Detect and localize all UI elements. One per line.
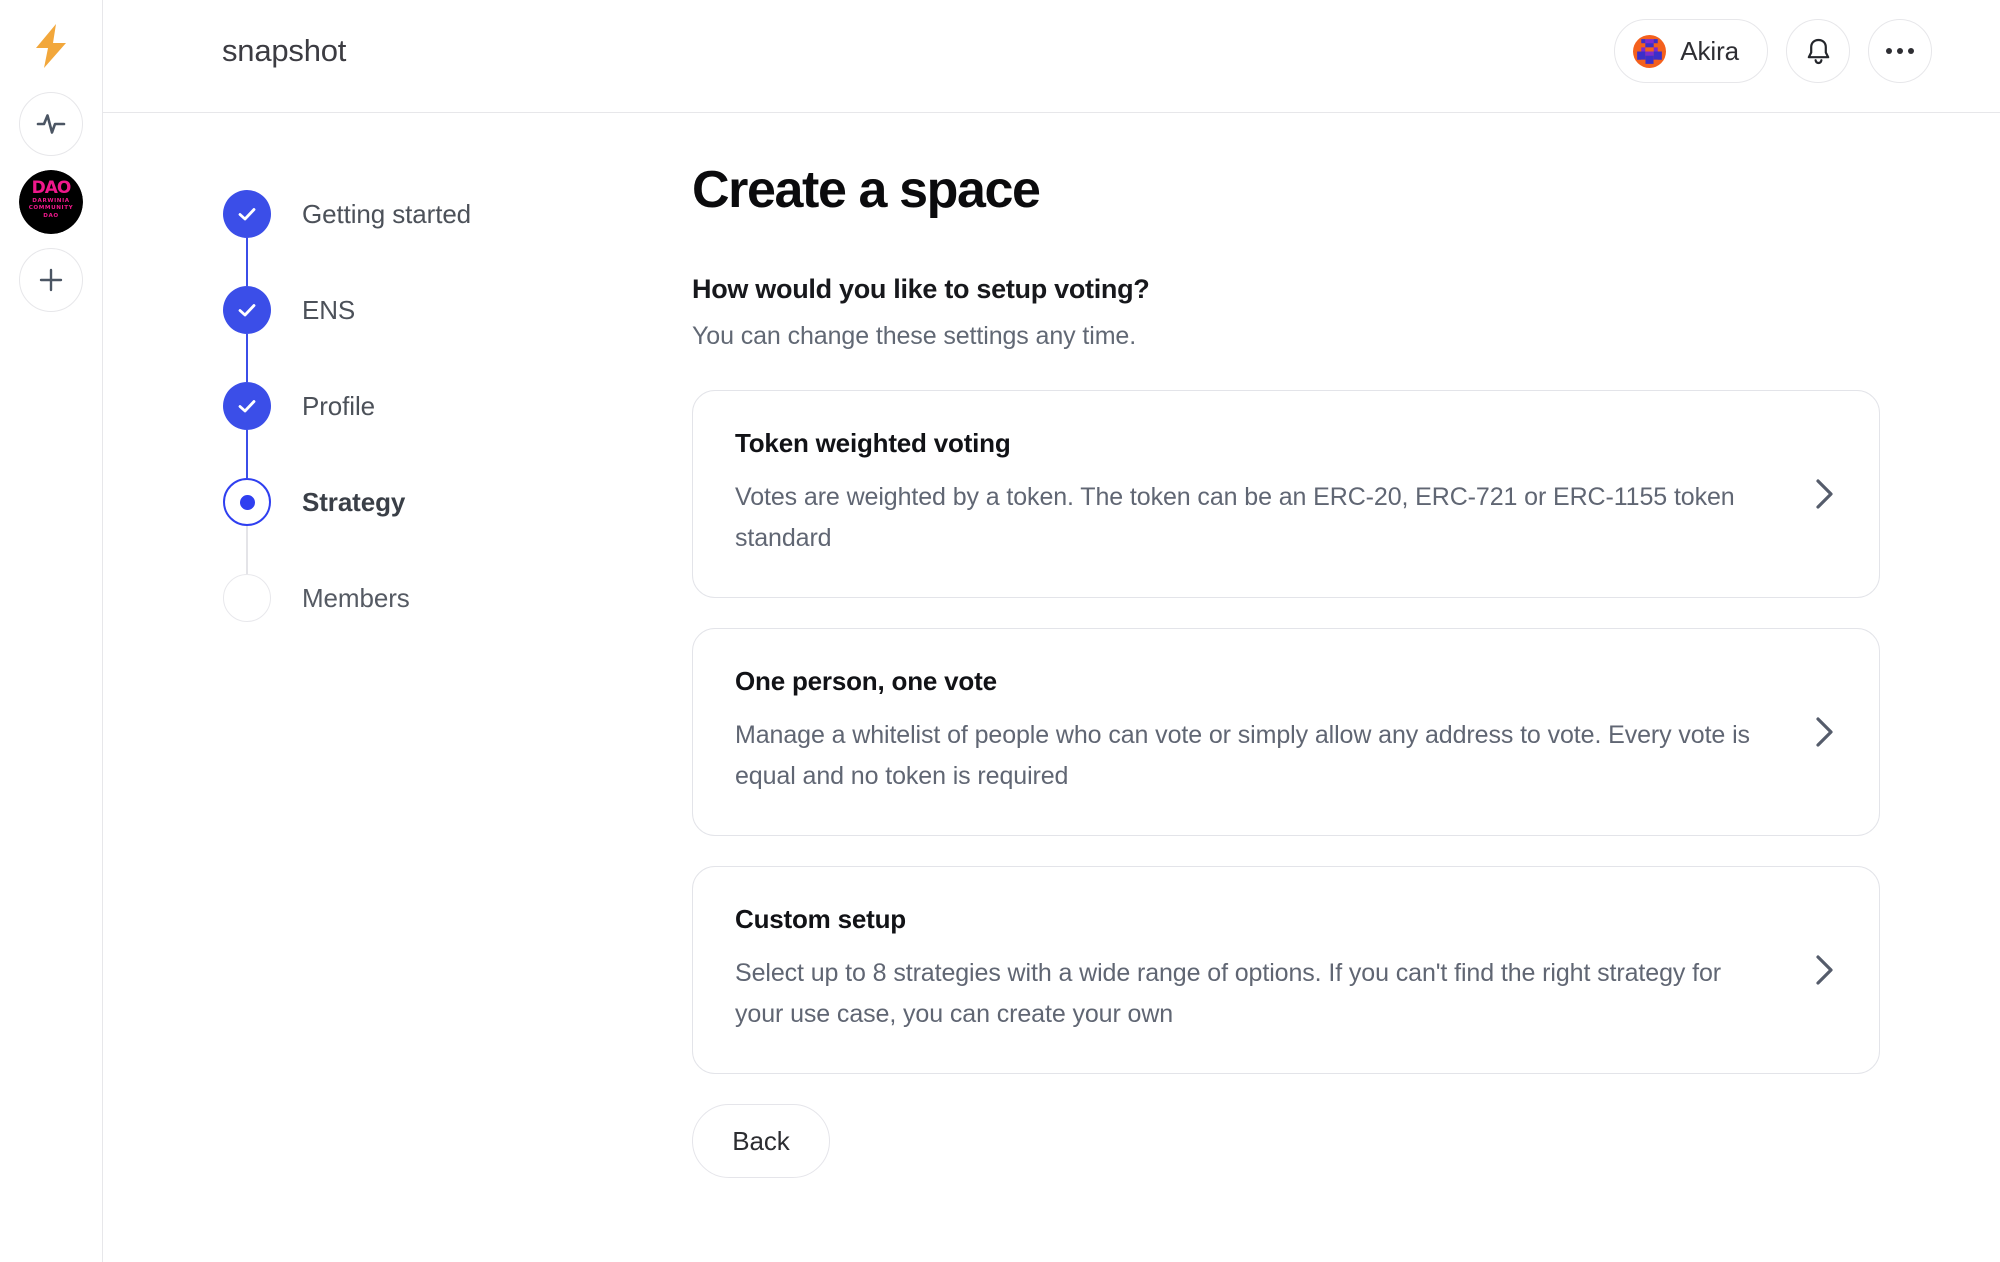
option-title: One person, one vote	[735, 666, 1779, 697]
section-heading: How would you like to setup voting?	[692, 274, 1880, 305]
chevron-right-icon	[1809, 715, 1839, 749]
stepper-label: Getting started	[302, 190, 471, 238]
stepper-step-profile[interactable]: Profile	[223, 382, 603, 478]
snapshot-logo-button[interactable]	[19, 14, 83, 78]
plus-icon	[38, 267, 64, 293]
stepper-marker-active	[223, 478, 271, 526]
notifications-button[interactable]	[1786, 19, 1850, 83]
dao-avatar: DAO DARWINIACOMMUNITYDAO	[19, 170, 83, 234]
stepper-marker-todo	[223, 574, 271, 622]
chevron-right-icon	[1809, 477, 1839, 511]
option-card-one-person-one-vote[interactable]: One person, one vote Manage a whitelist …	[692, 628, 1880, 836]
check-icon	[235, 298, 259, 322]
option-card-token-weighted-voting[interactable]: Token weighted voting Votes are weighted…	[692, 390, 1880, 598]
voting-options-list: Token weighted voting Votes are weighted…	[692, 390, 1880, 1074]
stepper-label: Profile	[302, 382, 375, 430]
option-card-custom-setup[interactable]: Custom setup Select up to 8 strategies w…	[692, 866, 1880, 1074]
dao-avatar-mark: DAO	[19, 181, 83, 196]
stepper-marker-done	[223, 286, 271, 334]
pulse-activity-icon	[36, 109, 66, 139]
option-title: Custom setup	[735, 904, 1779, 935]
section-subtitle: You can change these settings any time.	[692, 322, 1880, 351]
page-title: Create a space	[692, 160, 1880, 220]
stepper-marker-done	[223, 382, 271, 430]
three-dots-icon	[1886, 48, 1914, 54]
sidebar-item-darwinia-community-dao[interactable]: DAO DARWINIACOMMUNITYDAO	[19, 170, 83, 234]
user-menu-button[interactable]: Akira	[1614, 19, 1768, 83]
main-content: Create a space How would you like to set…	[692, 160, 1880, 1178]
user-name-label: Akira	[1680, 36, 1739, 67]
option-description: Manage a whitelist of people who can vot…	[735, 715, 1755, 797]
stepper-connector	[246, 238, 248, 286]
add-space-button[interactable]	[19, 248, 83, 312]
check-icon	[235, 394, 259, 418]
stepper-label: Members	[302, 574, 410, 622]
stepper-label: Strategy	[302, 478, 405, 526]
header-actions: Akira	[1614, 19, 1932, 83]
option-title: Token weighted voting	[735, 428, 1779, 459]
option-description: Votes are weighted by a token. The token…	[735, 477, 1755, 559]
dao-avatar-subtext: DARWINIACOMMUNITYDAO	[19, 198, 83, 220]
stepper-label: ENS	[302, 286, 355, 334]
more-options-button[interactable]	[1868, 19, 1932, 83]
stepper-step-getting-started[interactable]: Getting started	[223, 190, 603, 286]
footer-actions: Back	[692, 1104, 1880, 1178]
check-icon	[235, 202, 259, 226]
stepper-connector	[246, 430, 248, 478]
top-header: snapshot	[103, 0, 2000, 113]
stepper-step-members[interactable]: Members	[223, 574, 603, 622]
app-root: DAO DARWINIACOMMUNITYDAO snapshot	[0, 0, 2000, 1262]
bell-icon	[1805, 37, 1832, 66]
back-button[interactable]: Back	[692, 1104, 830, 1178]
stepper-connector	[246, 526, 248, 574]
lightning-bolt-icon	[30, 22, 72, 70]
option-description: Select up to 8 strategies with a wide ra…	[735, 953, 1755, 1035]
active-step-dot	[240, 495, 255, 510]
create-space-stepper: Getting started ENS	[223, 190, 603, 622]
chevron-right-icon	[1809, 953, 1839, 987]
stepper-step-strategy[interactable]: Strategy	[223, 478, 603, 574]
left-rail: DAO DARWINIACOMMUNITYDAO	[0, 0, 103, 1262]
stepper-marker-done	[223, 190, 271, 238]
page-brand-title[interactable]: snapshot	[222, 33, 346, 69]
sidebar-item-activity[interactable]	[19, 92, 83, 156]
stepper-connector	[246, 334, 248, 382]
stepper-step-ens[interactable]: ENS	[223, 286, 603, 382]
blockie-avatar	[1633, 35, 1666, 68]
